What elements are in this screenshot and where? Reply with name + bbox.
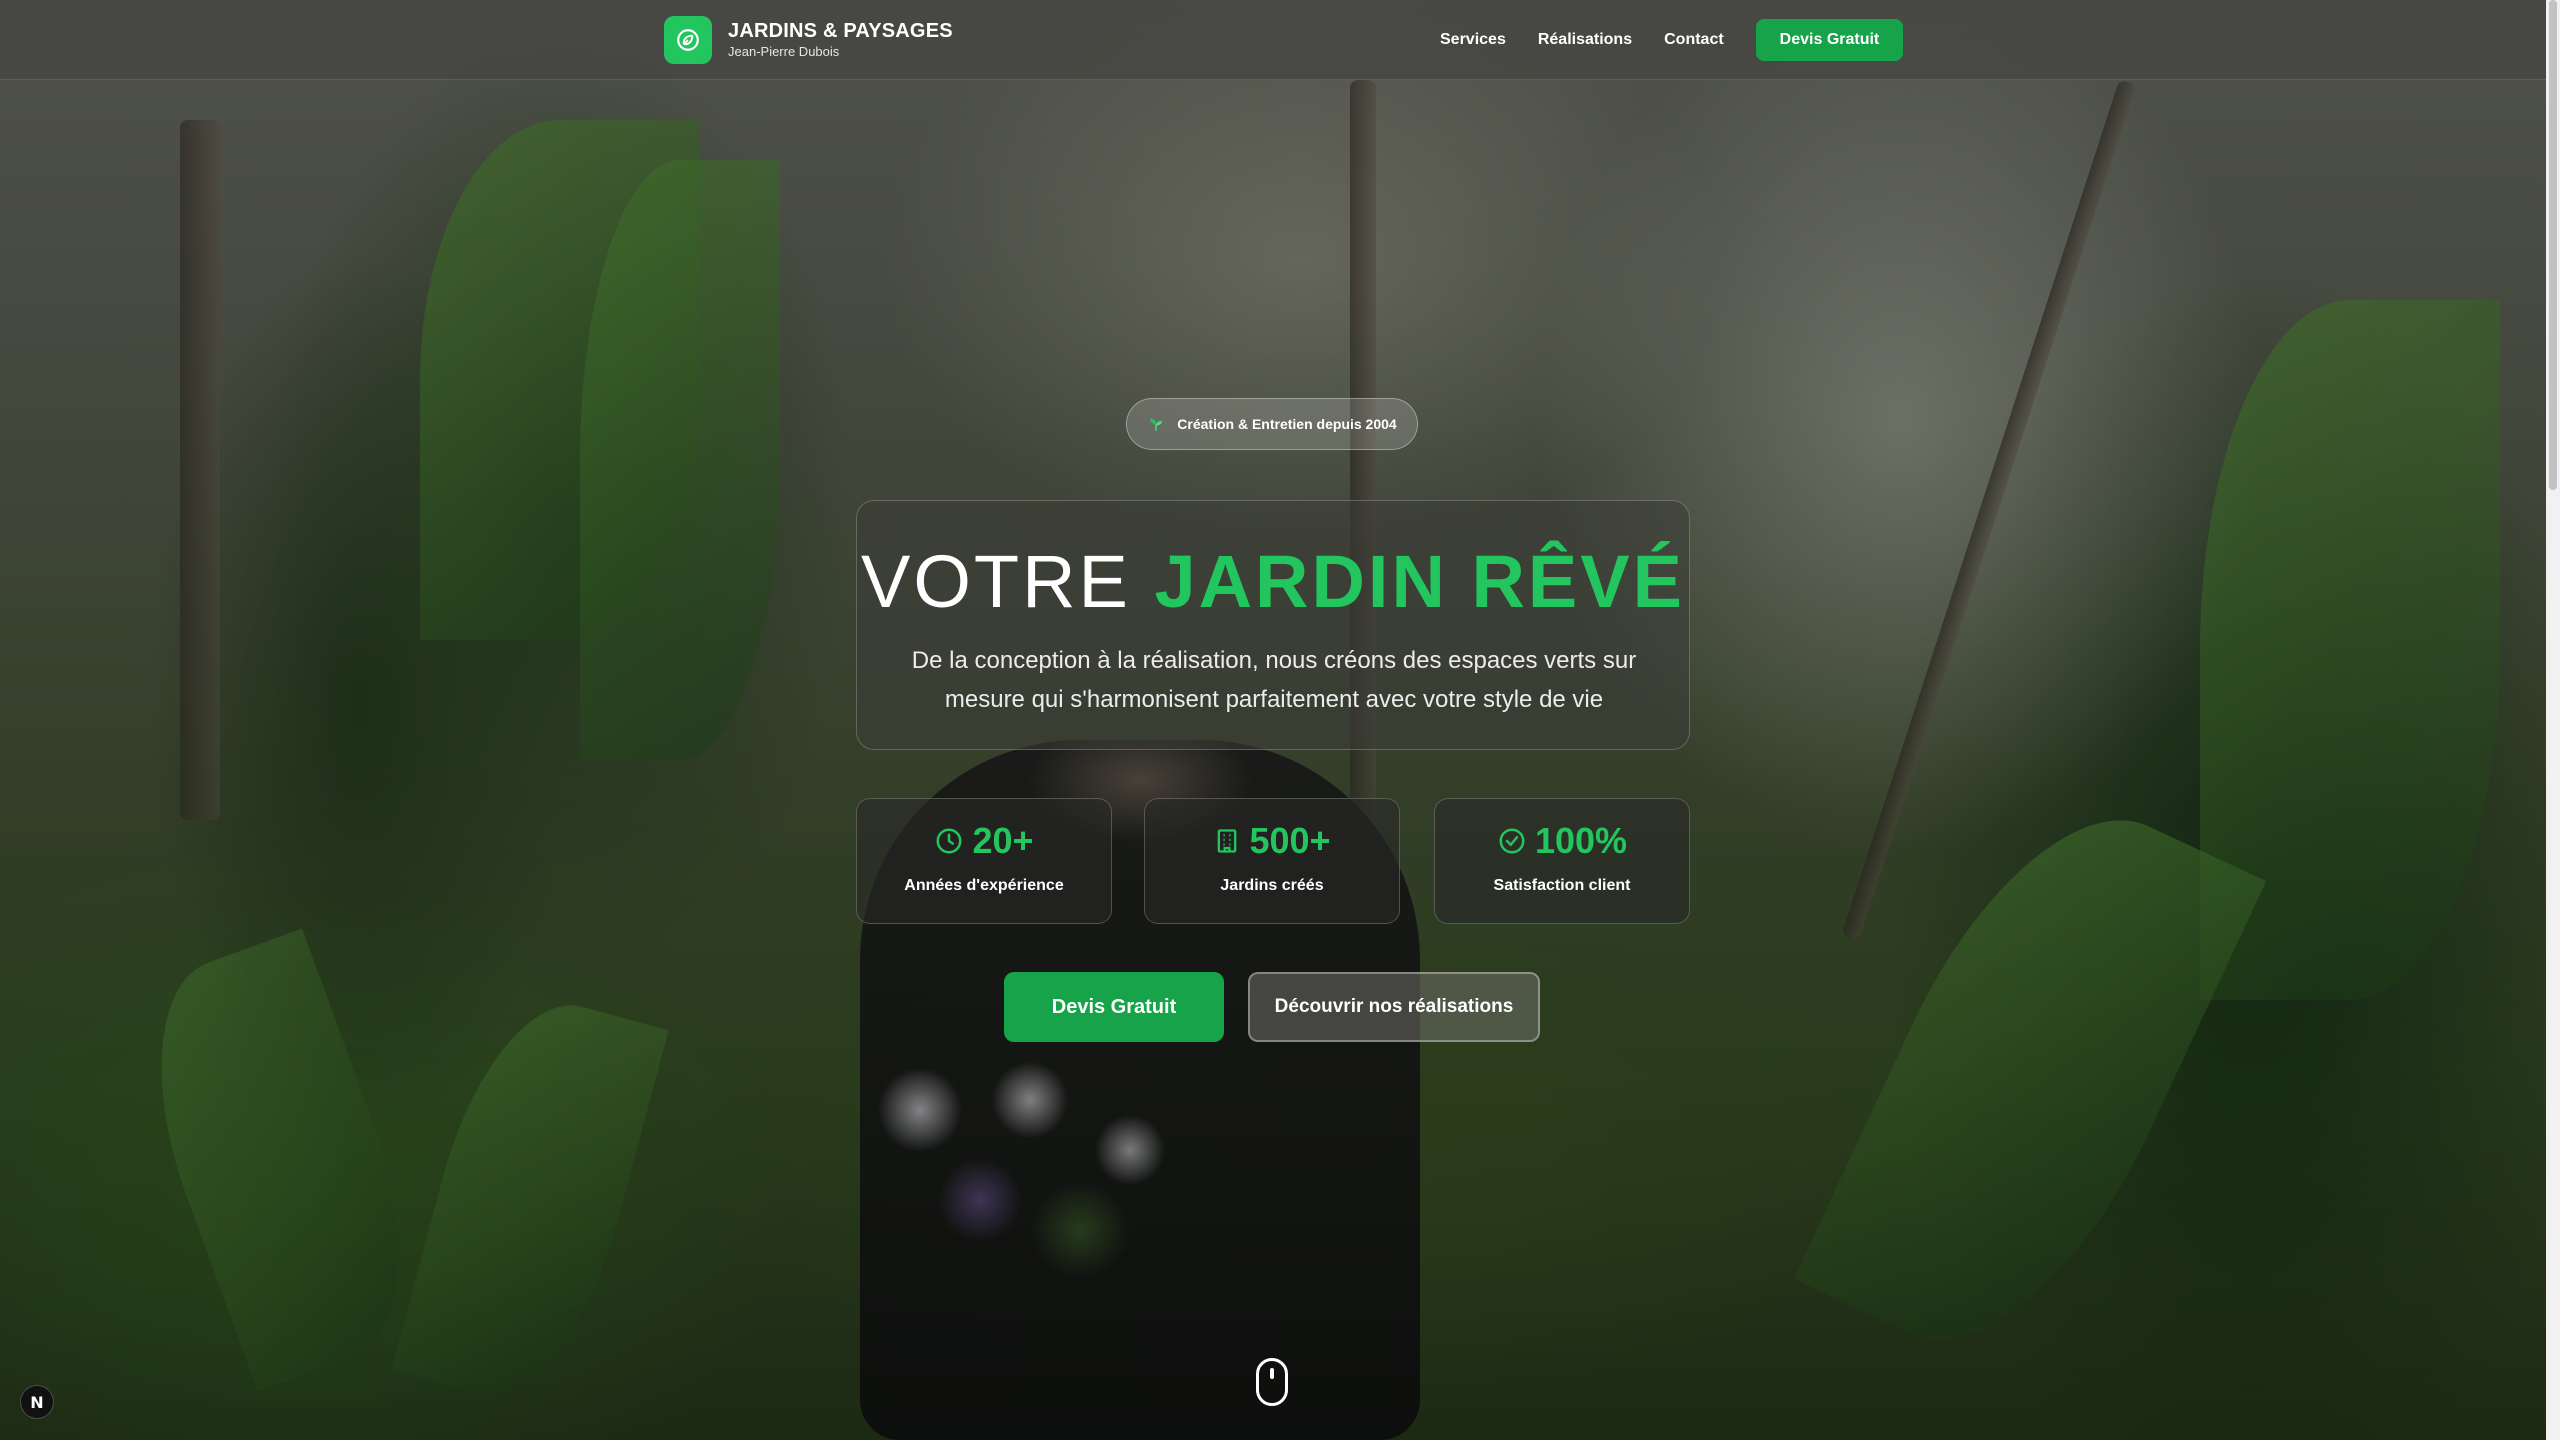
stat-value: 20+ bbox=[972, 820, 1034, 861]
quote-button[interactable]: Devis Gratuit bbox=[1004, 972, 1224, 1042]
stat-label: Jardins créés bbox=[1220, 877, 1324, 894]
hero-badge-text: Création & Entretien depuis 2004 bbox=[1177, 416, 1397, 432]
header-quote-button[interactable]: Devis Gratuit bbox=[1755, 19, 1904, 61]
site-header: JARDINS & PAYSAGES Jean-Pierre Dubois Se… bbox=[0, 0, 2546, 80]
main-nav: Services Réalisations Contact Devis Grat… bbox=[1440, 19, 1904, 61]
hero-title-part2: JARDIN RÊVÉ bbox=[1154, 540, 1686, 623]
clock-icon bbox=[934, 826, 964, 856]
stat-label: Années d'expérience bbox=[904, 877, 1064, 894]
hero-badge: Création & Entretien depuis 2004 bbox=[1126, 398, 1418, 450]
building-icon bbox=[1213, 826, 1241, 856]
nav-link-realisations[interactable]: Réalisations bbox=[1538, 31, 1632, 49]
stat-card-gardens: 500+ Jardins créés bbox=[1144, 798, 1400, 924]
brand-title: JARDINS & PAYSAGES bbox=[728, 20, 953, 42]
page-scrollbar[interactable] bbox=[2546, 0, 2560, 1440]
hero-title-part1: VOTRE bbox=[860, 540, 1131, 623]
stat-card-experience: 20+ Années d'expérience bbox=[856, 798, 1112, 924]
leaf-logo-icon bbox=[664, 16, 712, 64]
mouse-scroll-icon[interactable] bbox=[1256, 1358, 1288, 1406]
hero-description: De la conception à la réalisation, nous … bbox=[911, 647, 1637, 713]
stat-label: Satisfaction client bbox=[1493, 877, 1631, 894]
stats-row: 20+ Années d'expérience 500+ Jardins cré… bbox=[856, 798, 1690, 924]
nav-link-services[interactable]: Services bbox=[1440, 31, 1506, 49]
sprout-icon bbox=[1147, 415, 1165, 433]
dev-tools-badge[interactable]: N bbox=[20, 1385, 54, 1419]
stat-card-satisfaction: 100% Satisfaction client bbox=[1434, 798, 1690, 924]
brand-subtitle: Jean-Pierre Dubois bbox=[728, 44, 840, 59]
brand-logo[interactable]: JARDINS & PAYSAGES Jean-Pierre Dubois bbox=[664, 15, 953, 65]
hero-title: VOTRE JARDIN RÊVÉ bbox=[857, 537, 1689, 627]
stat-value: 100% bbox=[1534, 820, 1628, 861]
discover-projects-button[interactable]: Découvrir nos réalisations bbox=[1248, 972, 1540, 1042]
nav-link-contact[interactable]: Contact bbox=[1664, 31, 1724, 49]
hero-card: VOTRE JARDIN RÊVÉ De la conception à la … bbox=[856, 500, 1690, 750]
scrollbar-thumb[interactable] bbox=[2549, 0, 2557, 490]
check-circle-icon bbox=[1497, 826, 1527, 856]
stat-value: 500+ bbox=[1249, 820, 1331, 861]
